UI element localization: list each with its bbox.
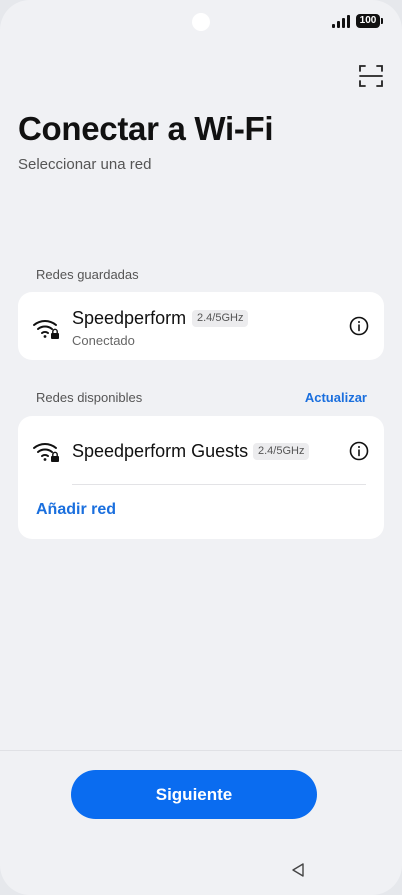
connection-status: Conectado [72,333,135,348]
info-icon[interactable] [349,316,369,336]
network-name: Speedperform [72,308,187,328]
footer-divider [0,750,402,751]
available-networks-card: Speedperform Guests 2.4/5GHz Añadir red [18,416,384,539]
qr-scan-icon[interactable] [358,63,384,89]
add-network-button[interactable]: Añadir red [36,501,116,519]
wifi-locked-icon [33,320,59,339]
band-badge: 2.4/5GHz [253,443,310,460]
refresh-button[interactable]: Actualizar [305,390,367,405]
page-subtitle: Seleccionar una red [18,156,152,173]
back-nav-icon[interactable] [289,861,307,879]
next-button[interactable]: Siguiente [71,770,317,819]
network-row-speedperform[interactable]: Speedperform 2.4/5GHz Conectado [18,292,384,360]
saved-networks-label: Redes guardadas [36,267,139,282]
status-bar: 100 [332,14,383,28]
saved-networks-card: Speedperform 2.4/5GHz Conectado [18,292,384,360]
signal-icon [332,14,350,28]
available-networks-label: Redes disponibles [36,390,143,405]
network-row-speedperform-guests[interactable]: Speedperform Guests 2.4/5GHz [18,416,384,484]
info-icon[interactable] [349,441,369,461]
front-camera [192,13,210,31]
divider [72,484,366,485]
network-name: Speedperform Guests [72,441,249,461]
band-badge: 2.4/5GHz [192,310,249,327]
battery-icon: 100 [356,14,383,28]
wifi-locked-icon [33,443,59,462]
page-title: Conectar a Wi-Fi [18,110,274,147]
phone-screen: 100 Conectar a Wi-Fi Seleccionar una red… [0,0,402,895]
